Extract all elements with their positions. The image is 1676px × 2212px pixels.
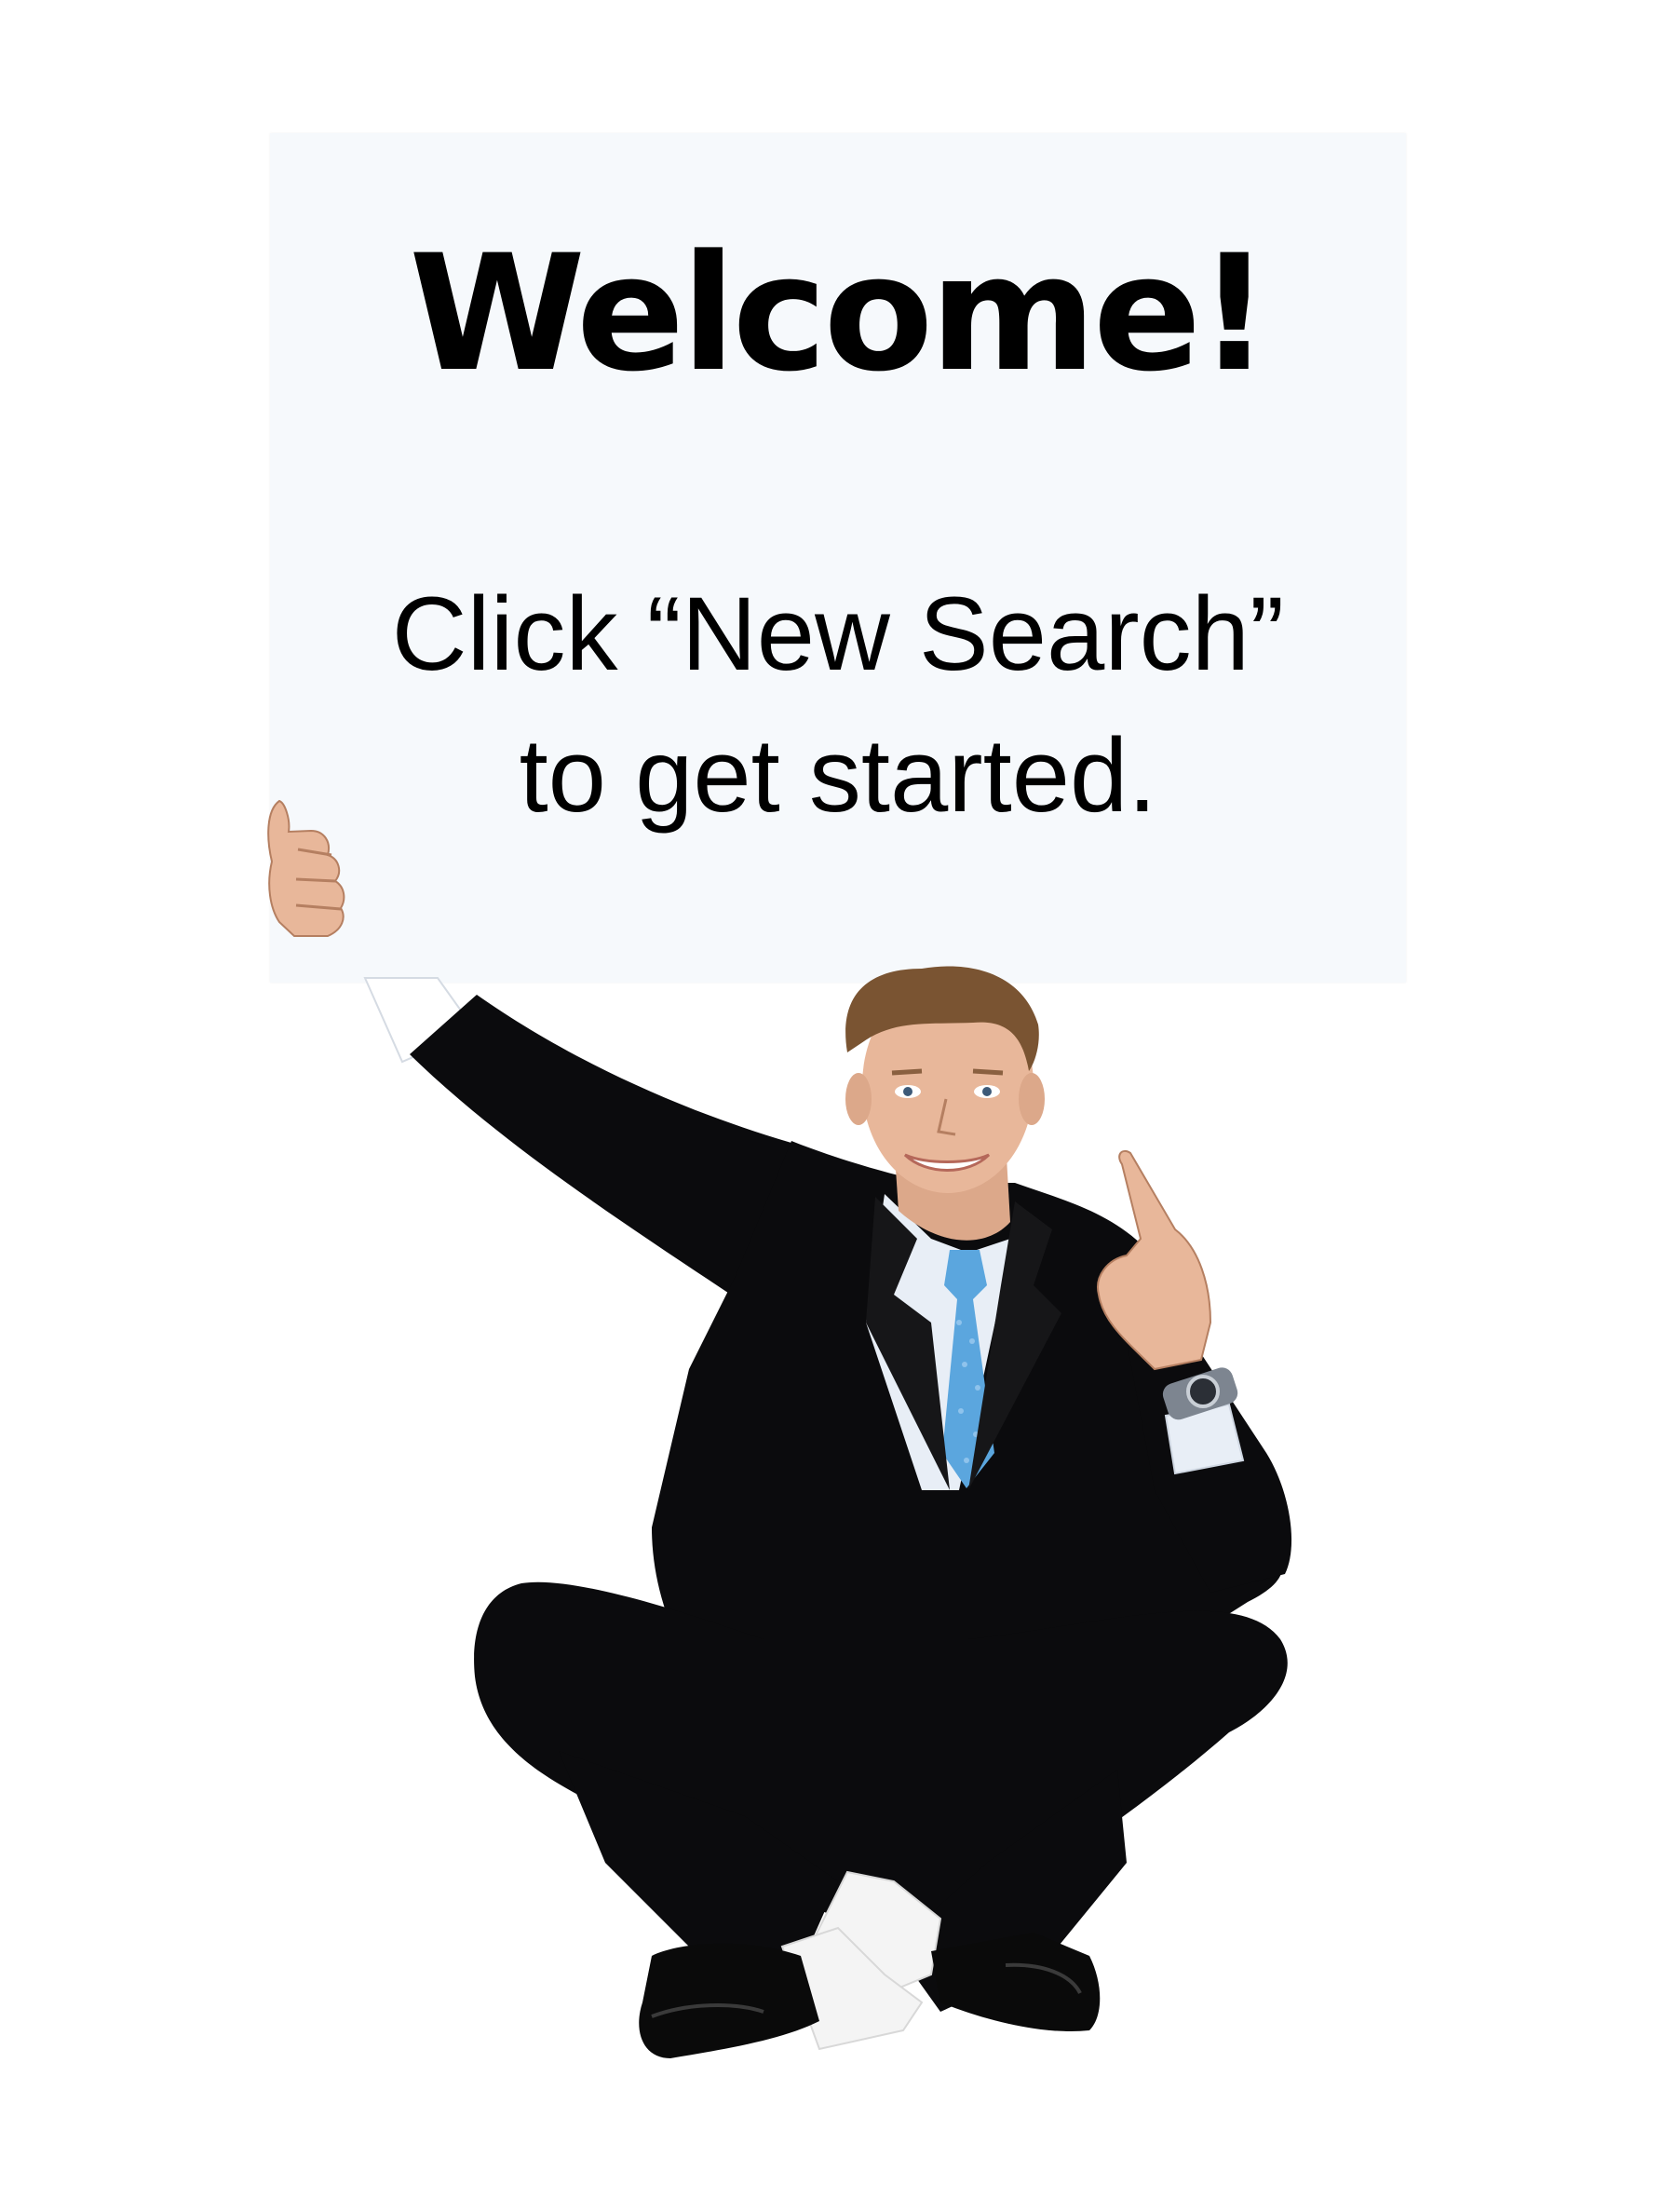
- suit-trousers: [474, 1581, 1288, 2012]
- head: [845, 966, 1045, 1241]
- pointing-hand: [1097, 1149, 1238, 1420]
- welcome-page: Welcome! Click “New Search” to get start…: [0, 0, 1676, 2212]
- welcome-sign: Welcome! Click “New Search” to get start…: [270, 133, 1406, 983]
- sign-instruction-line-1: Click “New Search”: [391, 576, 1285, 692]
- shoes: [639, 1933, 1101, 2058]
- raised-arm: [363, 977, 829, 1304]
- sign-instruction-line-2: to get started.: [519, 717, 1157, 834]
- sign-instruction: Click “New Search” to get started.: [270, 563, 1406, 847]
- socks: [780, 1870, 942, 2051]
- shirt-and-tie: [866, 1194, 1061, 1490]
- suit-jacket: [652, 1141, 1292, 1732]
- sign-heading: Welcome!: [409, 220, 1271, 407]
